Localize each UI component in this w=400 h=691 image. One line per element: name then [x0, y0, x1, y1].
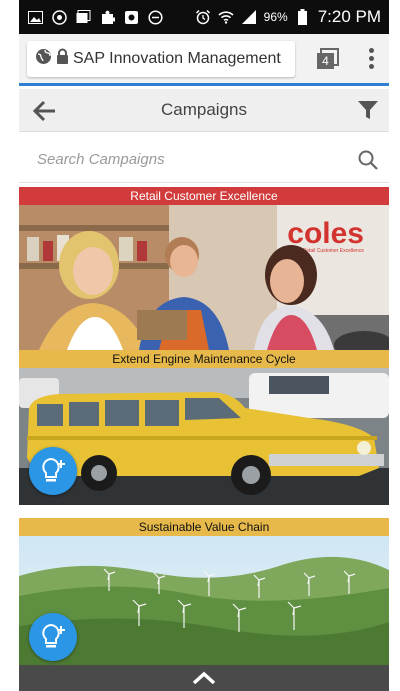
campaign-card[interactable]: Sustainable Value Chain: [19, 518, 389, 665]
campaign-card[interactable]: Extend Engine Maintenance Cycle: [19, 350, 389, 505]
alarm-icon: [195, 9, 211, 25]
puzzle-icon: [99, 9, 115, 25]
campaign-title: Sustainable Value Chain: [19, 518, 389, 536]
notification-icons: [27, 9, 163, 25]
battery-icon: [295, 9, 311, 25]
search-icon[interactable]: [357, 149, 379, 171]
gallery-icon: [75, 9, 91, 25]
lightbulb-plus-icon: [42, 623, 65, 648]
campaign-title: Extend Engine Maintenance Cycle: [19, 350, 389, 368]
blocked-icon: [147, 9, 163, 25]
browser-toolbar: SAP Innovation Management 4: [19, 34, 389, 86]
clock: 7:20 PM: [317, 7, 381, 26]
system-icons: 96% 7:20 PM: [195, 7, 381, 27]
filter-icon[interactable]: [357, 99, 379, 123]
signal-icon: [241, 9, 257, 25]
screen-margin-left: [0, 0, 19, 691]
url-text: SAP Innovation Management: [73, 49, 281, 67]
tab-switcher-button[interactable]: 4: [315, 47, 341, 70]
chevron-up-icon: [192, 671, 216, 685]
screen-margin-right: [389, 0, 400, 691]
lightbulb-plus-icon: [42, 457, 65, 482]
lock-icon: [56, 48, 69, 69]
wifi-icon: [218, 9, 234, 25]
app-icon: [51, 9, 67, 25]
app-header: Campaigns: [19, 89, 389, 132]
coles-tagline: Retail Customer Excellence: [303, 248, 365, 254]
page-title: Campaigns: [161, 100, 247, 119]
overflow-menu-button[interactable]: [361, 45, 381, 73]
settings-app-icon: [123, 9, 139, 25]
status-bar: 96% 7:20 PM: [19, 0, 389, 34]
menu-dot: [368, 48, 374, 53]
menu-dot: [368, 56, 374, 61]
submit-idea-button[interactable]: [29, 613, 77, 661]
campaign-title: Retail Customer Excellence: [19, 187, 389, 205]
tab-count: 4: [322, 54, 329, 68]
search-bar: [19, 137, 389, 183]
scroll-to-top-bar[interactable]: [19, 665, 389, 691]
coles-logo: coles: [287, 217, 364, 250]
image-icon: [27, 9, 43, 25]
submit-idea-button[interactable]: [29, 447, 77, 495]
menu-dot: [368, 64, 374, 69]
search-input[interactable]: [37, 151, 357, 168]
campaign-card[interactable]: Retail Customer Excellence coles Retail …: [19, 187, 389, 350]
campaign-image-retail: coles Retail Customer Excellence: [19, 205, 389, 350]
battery-percent: 96%: [263, 10, 288, 24]
address-bar[interactable]: SAP Innovation Management: [27, 40, 295, 77]
campaign-image-car: [19, 368, 389, 505]
back-arrow-icon[interactable]: [31, 99, 57, 123]
globe-icon: [35, 48, 52, 70]
